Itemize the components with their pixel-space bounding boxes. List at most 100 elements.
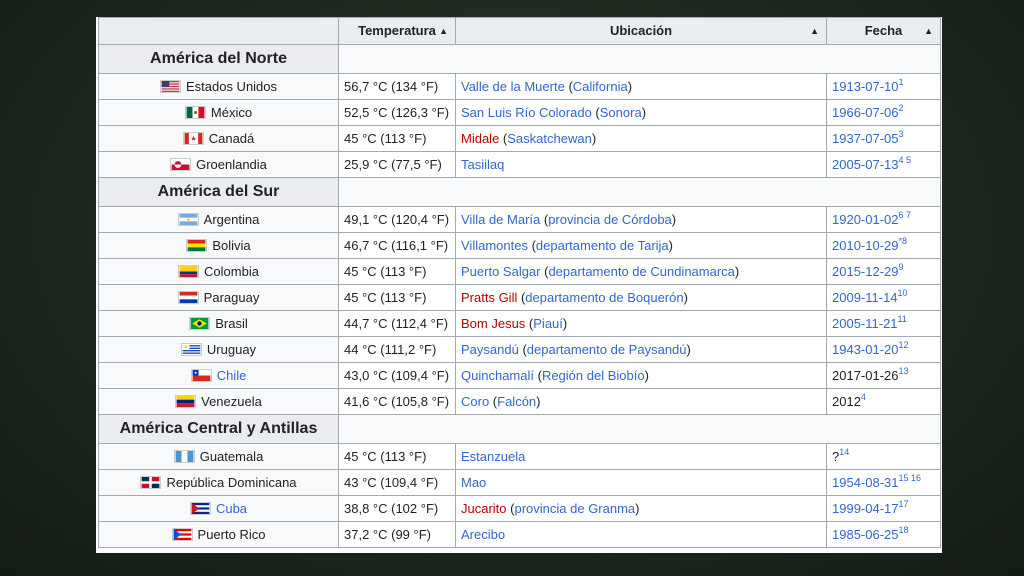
place-link[interactable]: Coro [461,394,489,409]
country-link[interactable]: Cuba [216,501,247,516]
place-link[interactable]: Puerto Salgar [461,264,541,279]
sort-icon[interactable]: ▲ [924,19,933,44]
country-cell: Cuba [98,495,339,522]
temperature-cell: 45 °C (113 °F) [338,443,456,470]
date-cell: 1985-06-2518 [826,521,941,548]
date-cell: ?14 [826,443,941,470]
place-link[interactable]: Mao [461,475,486,490]
argentina-flag-icon [177,213,199,226]
location-header-label: Ubicación [609,23,673,38]
reference-link[interactable]: 12 [899,340,909,350]
reference-link[interactable]: *8 [899,236,908,246]
reference-link[interactable]: 17 [899,499,909,509]
sort-icon[interactable]: ▲ [439,19,448,44]
reference-link[interactable]: 4 [861,392,866,402]
reference-link[interactable]: 9 [899,262,904,272]
country-name: Puerto Rico [197,527,266,542]
date-cell: 1999-04-1717 [826,495,941,522]
paren-close: ) [627,79,633,94]
place-link[interactable]: Villa de María [461,212,540,227]
location-cell: Tasiilaq [455,151,827,178]
country-name: Canadá [208,131,255,146]
date-link[interactable]: 2005-11-21 [832,316,898,331]
reference-link[interactable]: 1 [899,77,904,87]
place-link[interactable]: Quinchamalí [461,368,534,383]
date-link[interactable]: 2010-10-29 [832,238,899,253]
greenland-flag-icon [170,158,192,171]
place-link[interactable]: Bom Jesus [461,316,525,331]
table-row: Guatemala 45 °C (113 °F) Estanzuela ?14 [98,443,941,470]
place-link[interactable]: San Luis Río Colorado [461,105,592,120]
paraguay-flag-icon [177,291,199,304]
reference-link[interactable]: 11 [898,314,907,324]
date-link[interactable]: 1920-01-02 [832,212,899,227]
date-link[interactable]: 1985-06-25 [832,527,899,542]
place-link[interactable]: Midale [461,131,499,146]
region-link[interactable]: California [573,79,628,94]
country-link[interactable]: Chile [217,368,247,383]
country-column-header [98,17,339,45]
reference-link[interactable]: 15 16 [899,473,922,483]
place-link[interactable]: Valle de la Muerte [461,79,565,94]
date-link[interactable]: 1937-07-05 [832,131,899,146]
temperature-cell: 37,2 °C (99 °F) [338,521,456,548]
reference-link[interactable]: 3 [899,129,904,139]
date-link[interactable]: 1966-07-06 [832,105,899,120]
sort-icon[interactable]: ▲ [810,19,819,44]
country-name: Colombia [204,264,259,279]
location-cell: Pratts Gill (departamento de Boquerón) [455,284,827,311]
region-link[interactable]: Falcón [497,394,536,409]
group-header-row: América del Norte [98,44,941,74]
region-link[interactable]: departamento de Boquerón [525,290,683,305]
region-link[interactable]: provincia de Córdoba [548,212,672,227]
location-cell: Bom Jesus (Piauí) [455,310,827,337]
reference-link[interactable]: 18 [899,525,909,535]
date-link[interactable]: 2005-07-13 [832,157,899,172]
reference-link[interactable]: 10 [898,288,908,298]
place-link[interactable]: Villamontes [461,238,528,253]
country-cell: Paraguay [98,284,339,311]
location-cell: San Luis Río Colorado (Sonora) [455,99,827,126]
date-column-header[interactable]: Fecha ▲ [826,17,941,45]
date-link[interactable]: 1943-01-20 [832,342,899,357]
date-link[interactable]: 2009-11-14 [832,290,898,305]
reference-link[interactable]: 2 [899,103,904,113]
region-link[interactable]: Piauí [533,316,563,331]
country-cell: Bolivia [98,232,339,259]
region-link[interactable]: Sonora [600,105,642,120]
place-link[interactable]: Tasiilaq [461,157,504,172]
country-cell: Groenlandia [98,151,339,178]
region-link[interactable]: Región del Biobío [542,368,645,383]
reference-link[interactable]: 13 [899,366,909,376]
temperature-column-header[interactable]: Temperatura ▲ [338,17,456,45]
date-cell: 1920-01-026 7 [826,206,941,233]
date-link[interactable]: 1954-08-31 [832,475,899,490]
region-link[interactable]: Saskatchewan [507,131,592,146]
place-link[interactable]: Pratts Gill [461,290,517,305]
paren-close: ) [644,368,649,383]
place-link[interactable]: Arecibo [461,527,505,542]
date-link[interactable]: 2015-12-29 [832,264,899,279]
reference-link[interactable]: 14 [839,447,849,457]
place-link[interactable]: Estanzuela [461,449,525,464]
paren-open: ( [564,79,573,94]
table-row: Paraguay 45 °C (113 °F) Pratts Gill (depar… [98,284,941,311]
place-link[interactable]: Paysandú [461,342,519,357]
region-link[interactable]: departamento de Cundinamarca [548,264,734,279]
country-name: Paraguay [203,290,260,305]
country-cell: Guatemala [98,443,339,470]
region-link[interactable]: provincia de Granma [514,501,635,516]
reference-link[interactable]: 6 7 [899,210,912,220]
region-heading: América del Sur [98,177,339,207]
place-link[interactable]: Jucarito [461,501,507,516]
country-cell: Uruguay [98,336,339,363]
reference-link[interactable]: 4 5 [899,155,912,165]
date-link[interactable]: 1913-07-10 [832,79,899,94]
temperature-cell: 49,1 °C (120,4 °F) [338,206,456,233]
colombia-flag-icon [178,265,200,278]
date-cell: 2005-07-134 5 [826,151,941,178]
location-column-header[interactable]: Ubicación ▲ [455,17,827,45]
date-link[interactable]: 1999-04-17 [832,501,899,516]
region-link[interactable]: departamento de Paysandú [527,342,687,357]
region-link[interactable]: departamento de Tarija [536,238,669,253]
